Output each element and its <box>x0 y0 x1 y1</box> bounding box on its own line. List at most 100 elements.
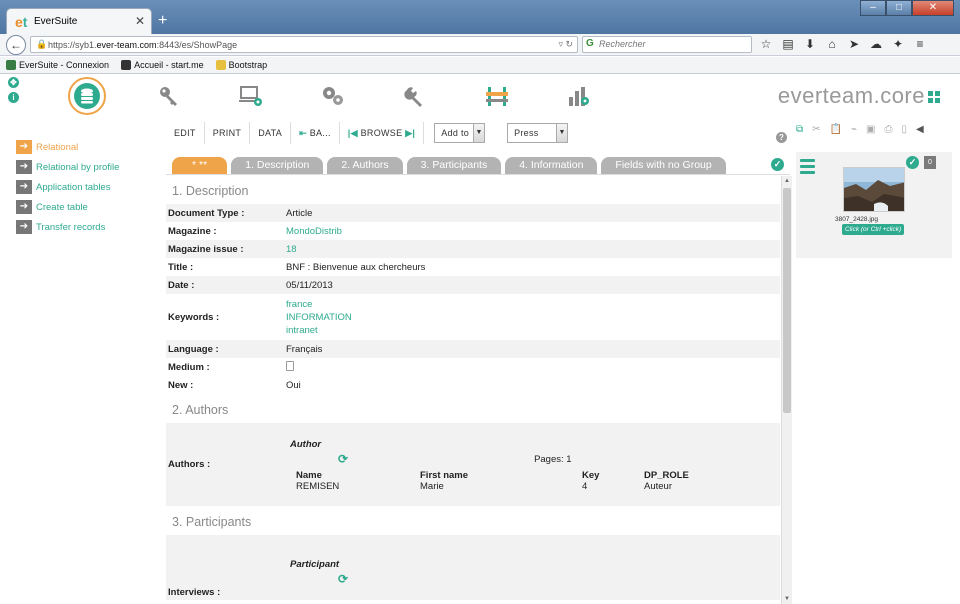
info-icon[interactable]: i <box>8 92 19 103</box>
tab-participants[interactable]: 3. Participants <box>406 157 502 174</box>
refresh-icon[interactable]: ⟳ <box>338 572 348 586</box>
bookmark-item[interactable]: Accueil - start.me <box>121 60 204 70</box>
module-tools[interactable] <box>374 77 456 115</box>
module-workflow[interactable] <box>456 77 538 115</box>
print-button[interactable]: PRINT <box>205 122 251 144</box>
search-bar[interactable]: G <box>582 36 752 53</box>
tab-authors[interactable]: 2. Authors <box>327 157 403 174</box>
menu-icon[interactable]: ≡ <box>912 37 928 51</box>
browse-button[interactable]: |◀ BROWSE ▶| <box>340 122 425 144</box>
module-database[interactable] <box>46 77 128 115</box>
author-title: Author <box>290 439 322 450</box>
address-bar[interactable]: 🔒 https://syb1.ever-team.com:8443/es/Sho… <box>30 36 578 53</box>
form-scrollbar[interactable]: ▲ ▼ <box>781 176 792 604</box>
bookmark-favicon-icon <box>121 60 132 70</box>
refresh-icon[interactable]: ⟳ <box>338 452 348 466</box>
extension-icon[interactable]: ✦ <box>890 37 906 51</box>
pages-label: Pages: 1 <box>534 453 572 465</box>
eversuite-logo-icon: et <box>15 14 28 30</box>
nav-item-create-table[interactable]: ➔ Create table <box>16 197 119 217</box>
print-icon[interactable]: ⎙ <box>884 124 892 135</box>
browser-titlebar: et EverSuite ✕ + – □ ✕ <box>0 0 960 34</box>
module-reports[interactable] <box>538 77 620 115</box>
collapse-left-icon[interactable]: ◀ <box>916 124 924 135</box>
field-row: Magazine issue :18 <box>166 240 780 258</box>
close-tab-icon[interactable]: ✕ <box>135 14 145 28</box>
participant-title: Participant <box>290 559 340 570</box>
press-select[interactable]: Press ▼ <box>507 123 569 143</box>
new-tab-icon[interactable]: + <box>158 12 167 30</box>
tab-fields-no-group[interactable]: Fields with no Group <box>601 157 726 174</box>
nav-item-relational[interactable]: ➔ Relational <box>16 137 119 157</box>
cut-icon[interactable]: ✂ <box>812 124 820 135</box>
attachment-filename: 3807_2428.jpg <box>835 216 879 223</box>
scroll-thumb[interactable] <box>783 188 791 413</box>
window-close-icon[interactable]: ✕ <box>912 0 954 16</box>
arrow-right-icon: ➔ <box>16 220 32 234</box>
participants-table: Interviews : Participant ⟳ <box>166 535 780 600</box>
sync-icon[interactable]: ☁ <box>868 37 884 51</box>
document-icon[interactable] <box>286 360 294 371</box>
tab-information[interactable]: 4. Information <box>505 157 598 174</box>
issue-link[interactable]: 18 <box>286 243 780 256</box>
authors-table: Authors : Author ⟳ Pages: 1 Name First n… <box>166 423 780 506</box>
maximize-icon[interactable]: □ <box>886 0 912 16</box>
tab-all[interactable]: * ** <box>172 157 228 174</box>
field-group-tabs: * ** 1. Description 2. Authors 3. Partic… <box>172 157 726 174</box>
photo-image <box>844 168 904 211</box>
minimize-icon[interactable]: – <box>860 0 886 16</box>
file-icon[interactable]: ▯ <box>901 124 907 135</box>
module-settings[interactable] <box>292 77 374 115</box>
section-title-authors: 2. Authors <box>172 403 229 417</box>
dropdown-arrow-icon: ▼ <box>556 124 568 142</box>
module-monitor[interactable] <box>210 77 292 115</box>
add-to-select[interactable]: Add to ▼ <box>434 123 486 143</box>
magazine-link[interactable]: MondoDistrib <box>286 225 780 238</box>
reading-list-icon[interactable]: ▤ <box>780 37 796 51</box>
keyword-link[interactable]: france <box>286 298 780 311</box>
scroll-up-icon[interactable]: ▲ <box>784 178 790 184</box>
browser-tab[interactable]: et EverSuite ✕ <box>6 8 152 34</box>
nav-item-transfer-records[interactable]: ➔ Transfer records <box>16 217 119 237</box>
scroll-down-icon[interactable]: ▼ <box>784 596 790 602</box>
module-security[interactable] <box>128 77 210 115</box>
last-record-icon[interactable]: ▶| <box>402 128 415 138</box>
first-record-icon[interactable]: |◀ <box>348 128 361 138</box>
help-icon[interactable]: ? <box>776 132 787 143</box>
field-row: New : Oui <box>166 376 780 394</box>
data-button[interactable]: DATA <box>250 122 292 144</box>
home-icon[interactable]: ⌂ <box>824 37 840 51</box>
copy-icon[interactable]: ⧉ <box>796 124 803 135</box>
field-row: Keywords : france INFORMATION intranet <box>166 294 780 340</box>
back-arrow-icon[interactable]: ← <box>6 35 26 55</box>
open-attachment-button[interactable]: Click (or Ctrl +click) <box>842 224 905 235</box>
tab-description[interactable]: 1. Description <box>231 157 324 174</box>
reload-icon[interactable]: ▿ ↻ <box>558 39 573 50</box>
folder-icon <box>215 60 226 70</box>
keyword-link[interactable]: INFORMATION <box>286 311 780 324</box>
bookmarks-bar: EverSuite - Connexion Accueil - start.me… <box>0 57 960 74</box>
hamburger-menu-icon[interactable] <box>800 159 815 177</box>
search-input[interactable] <box>599 39 749 49</box>
star-icon[interactable]: ☆ <box>758 37 774 51</box>
key-icon <box>160 87 177 106</box>
paste-icon[interactable]: 📋 <box>830 124 842 135</box>
monitor-settings-icon <box>239 86 262 106</box>
bookmark-item[interactable]: Bootstrap <box>215 60 267 70</box>
back-button[interactable]: ⇤ BA... <box>291 122 340 144</box>
nav-item-application-tables[interactable]: ➔ Application tables <box>16 177 119 197</box>
field-row: Language : Français <box>166 340 780 358</box>
edit-button[interactable]: EDIT <box>166 122 205 144</box>
bookmark-item[interactable]: EverSuite - Connexion <box>6 60 109 70</box>
nav-item-relational-by-profile[interactable]: ➔ Relational by profile <box>16 157 119 177</box>
attachment-toolbar: ⧉ ✂ 📋 ⌁ ▣ ⎙ ▯ ◀ <box>796 124 956 135</box>
image-icon[interactable]: ▣ <box>866 124 875 135</box>
keyword-link[interactable]: intranet <box>286 324 780 337</box>
attachment-thumbnail[interactable] <box>843 167 905 212</box>
field-row: Date :05/11/2013 <box>166 276 780 294</box>
expand-icon[interactable]: ✥ <box>8 77 19 88</box>
lock-icon: 🔒 <box>36 39 48 49</box>
link-icon[interactable]: ⌁ <box>851 124 857 135</box>
download-icon[interactable]: ⬇ <box>802 37 818 51</box>
send-icon[interactable]: ➤ <box>846 37 862 51</box>
